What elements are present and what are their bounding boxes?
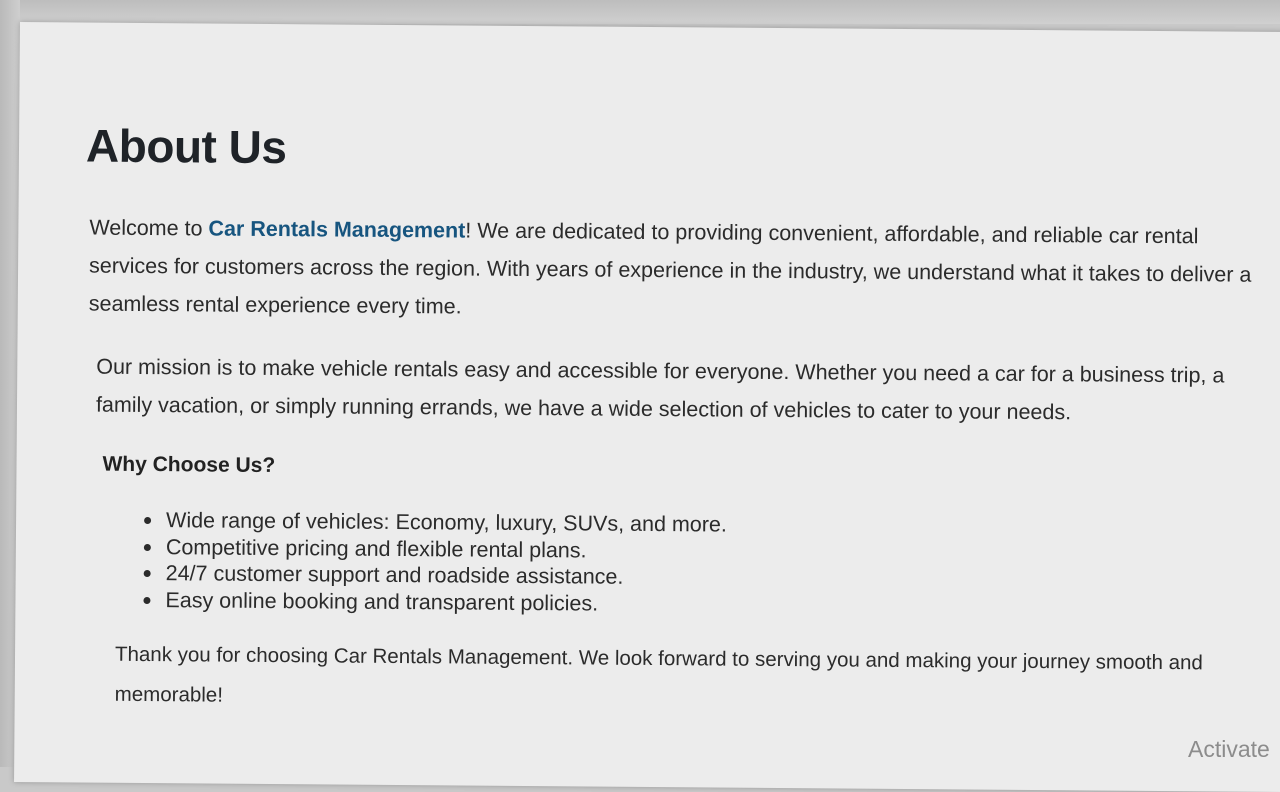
about-page-content: About Us Welcome to Car Rentals Manageme… (14, 22, 1280, 792)
page-title: About Us (85, 119, 287, 174)
intro-prefix: Welcome to (89, 215, 209, 241)
features-list: Wide range of vehicles: Economy, luxury,… (143, 507, 727, 618)
brand-name: Car Rentals Management (208, 216, 466, 243)
monitor-bezel-top (0, 0, 1280, 24)
intro-paragraph: Welcome to Car Rentals Management! We ar… (89, 209, 1265, 332)
closing-paragraph: Thank you for choosing Car Rentals Manag… (114, 642, 1203, 707)
activate-windows-watermark: Activate (1188, 736, 1270, 762)
list-item: Easy online booking and transparent poli… (143, 586, 726, 617)
mission-paragraph: Our mission is to make vehicle rentals e… (95, 354, 1225, 425)
why-choose-heading: Why Choose Us? (102, 452, 276, 478)
